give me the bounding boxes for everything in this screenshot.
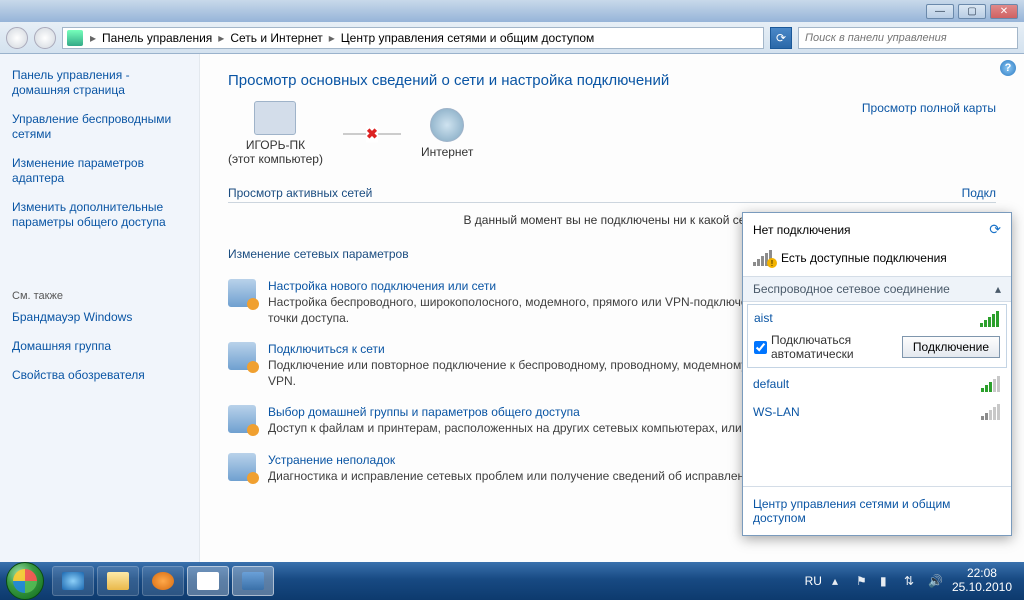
flyout-network-center-link[interactable]: Центр управления сетями и общим доступом bbox=[753, 497, 950, 525]
wifi-ssid: WS-LAN bbox=[753, 405, 800, 419]
connect-button[interactable]: Подключение bbox=[902, 336, 1000, 358]
search-input[interactable] bbox=[798, 27, 1018, 49]
task-link[interactable]: Подключиться к сети bbox=[268, 342, 385, 356]
node-pc-sub: (этот компьютер) bbox=[228, 152, 323, 166]
sidebar-link-adapter[interactable]: Изменение параметров адаптера bbox=[12, 156, 187, 186]
wifi-ssid: default bbox=[753, 377, 789, 391]
breadcrumb-sep: ▸ bbox=[218, 31, 224, 45]
task-link[interactable]: Настройка нового подключения или сети bbox=[268, 279, 496, 293]
clock-time: 22:08 bbox=[952, 567, 1012, 581]
window-minimize-button[interactable]: — bbox=[926, 4, 954, 19]
auto-connect-checkbox[interactable]: Подключаться автоматически bbox=[754, 333, 902, 361]
taskbar-app2-button[interactable] bbox=[232, 566, 274, 596]
signal-icon: ! bbox=[753, 250, 773, 266]
breadcrumb-sep: ▸ bbox=[90, 31, 96, 45]
window-titlebar: — ▢ ✕ bbox=[0, 0, 1024, 22]
control-panel-icon bbox=[67, 30, 83, 46]
wifi-network-aist[interactable]: aist Подключаться автоматически Подключе… bbox=[747, 304, 1007, 368]
troubleshoot-icon bbox=[228, 453, 256, 481]
sidebar-link-firewall[interactable]: Брандмауэр Windows bbox=[12, 310, 187, 325]
taskbar-wmp-button[interactable] bbox=[142, 566, 184, 596]
wifi-network-default[interactable]: default bbox=[743, 370, 1011, 398]
flyout-group-label: Беспроводное сетевое соединение bbox=[753, 282, 950, 296]
computer-icon bbox=[254, 101, 296, 135]
network-map: ИГОРЬ-ПК (этот компьютер) ✖ Интернет bbox=[228, 101, 473, 166]
app-icon bbox=[197, 572, 219, 590]
active-networks-header: Просмотр активных сетей Подкл bbox=[228, 186, 996, 203]
auto-connect-input[interactable] bbox=[754, 341, 767, 354]
breadcrumb[interactable]: ▸ Панель управления ▸ Сеть и Интернет ▸ … bbox=[62, 27, 764, 49]
connection-line: ✖ bbox=[343, 133, 401, 135]
wifi-ssid: aist bbox=[754, 311, 773, 327]
disconnected-icon: ✖ bbox=[366, 125, 378, 142]
help-icon[interactable]: ? bbox=[1000, 60, 1016, 76]
full-map-link[interactable]: Просмотр полной карты bbox=[862, 101, 996, 115]
flyout-available-label: Есть доступные подключения bbox=[781, 251, 947, 265]
task-desc: Диагностика и исправление сетевых пробле… bbox=[268, 469, 761, 485]
folder-icon bbox=[107, 572, 129, 590]
app-icon bbox=[242, 572, 264, 590]
tray-up-icon[interactable]: ▴ bbox=[832, 574, 846, 588]
network-tray-icon[interactable]: ⇅ bbox=[904, 574, 918, 588]
flyout-refresh-button[interactable]: ⟳ bbox=[989, 221, 1001, 238]
wifi-network-wslan[interactable]: WS-LAN bbox=[743, 398, 1011, 426]
chevron-up-icon: ▴ bbox=[995, 282, 1001, 296]
nav-forward-button[interactable] bbox=[34, 27, 56, 49]
system-tray: RU ▴ ⚑ ▮ ⇅ 🔊 22:08 25.10.2010 bbox=[805, 567, 1018, 595]
taskbar: RU ▴ ⚑ ▮ ⇅ 🔊 22:08 25.10.2010 bbox=[0, 562, 1024, 600]
taskbar-ie-button[interactable] bbox=[52, 566, 94, 596]
signal-icon bbox=[981, 404, 1001, 420]
taskbar-explorer-button[interactable] bbox=[97, 566, 139, 596]
connect-link[interactable]: Подкл bbox=[962, 186, 996, 200]
homegroup-icon bbox=[228, 405, 256, 433]
window-close-button[interactable]: ✕ bbox=[990, 4, 1018, 19]
clock[interactable]: 22:08 25.10.2010 bbox=[952, 567, 1012, 595]
content-area: ? Панель управления - домашняя страница … bbox=[0, 54, 1024, 562]
flyout-no-connection-label: Нет подключения bbox=[753, 223, 851, 237]
node-pc-name: ИГОРЬ-ПК bbox=[228, 138, 323, 152]
battery-icon[interactable]: ▮ bbox=[880, 574, 894, 588]
taskbar-app1-button[interactable] bbox=[187, 566, 229, 596]
connect-network-icon bbox=[228, 342, 256, 370]
task-link[interactable]: Устранение неполадок bbox=[268, 453, 395, 467]
network-flyout: Нет подключения ⟳ ! Есть доступные подкл… bbox=[742, 212, 1012, 536]
clock-date: 25.10.2010 bbox=[952, 581, 1012, 595]
ie-icon bbox=[62, 572, 84, 590]
start-button[interactable] bbox=[6, 562, 44, 600]
globe-icon bbox=[430, 108, 464, 142]
active-networks-label: Просмотр активных сетей bbox=[228, 186, 372, 200]
signal-icon bbox=[980, 311, 1000, 327]
nav-back-button[interactable] bbox=[6, 27, 28, 49]
sidebar-link-home[interactable]: Панель управления - домашняя страница bbox=[12, 68, 187, 98]
page-title: Просмотр основных сведений о сети и наст… bbox=[228, 72, 669, 89]
sidebar: Панель управления - домашняя страница Уп… bbox=[0, 54, 200, 562]
flyout-footer: Центр управления сетями и общим доступом bbox=[743, 486, 1011, 535]
breadcrumb-item[interactable]: Панель управления bbox=[102, 31, 212, 45]
action-center-icon[interactable]: ⚑ bbox=[856, 574, 870, 588]
language-indicator[interactable]: RU bbox=[805, 574, 822, 588]
window-maximize-button[interactable]: ▢ bbox=[958, 4, 986, 19]
sidebar-see-also-header: См. также bbox=[12, 290, 187, 302]
refresh-button[interactable]: ⟳ bbox=[770, 27, 792, 49]
node-internet-label: Интернет bbox=[421, 145, 473, 159]
change-settings-label: Изменение сетевых параметров bbox=[228, 247, 409, 261]
new-connection-icon bbox=[228, 279, 256, 307]
auto-connect-label: Подключаться автоматически bbox=[771, 333, 902, 361]
node-internet[interactable]: Интернет bbox=[421, 108, 473, 159]
sidebar-link-sharing[interactable]: Изменить дополнительные параметры общего… bbox=[12, 200, 187, 230]
address-bar: ▸ Панель управления ▸ Сеть и Интернет ▸ … bbox=[0, 22, 1024, 54]
signal-icon bbox=[981, 376, 1001, 392]
breadcrumb-sep: ▸ bbox=[329, 31, 335, 45]
sidebar-link-homegroup[interactable]: Домашняя группа bbox=[12, 339, 187, 354]
breadcrumb-item[interactable]: Центр управления сетями и общим доступом bbox=[341, 31, 595, 45]
sidebar-link-wireless[interactable]: Управление беспроводными сетями bbox=[12, 112, 187, 142]
node-this-pc[interactable]: ИГОРЬ-ПК (этот компьютер) bbox=[228, 101, 323, 166]
sidebar-link-browser-options[interactable]: Свойства обозревателя bbox=[12, 368, 187, 383]
breadcrumb-item[interactable]: Сеть и Интернет bbox=[230, 31, 322, 45]
volume-icon[interactable]: 🔊 bbox=[928, 574, 942, 588]
wmp-icon bbox=[152, 572, 174, 590]
flyout-group-header[interactable]: Беспроводное сетевое соединение ▴ bbox=[743, 276, 1011, 302]
task-link[interactable]: Выбор домашней группы и параметров общег… bbox=[268, 405, 580, 419]
